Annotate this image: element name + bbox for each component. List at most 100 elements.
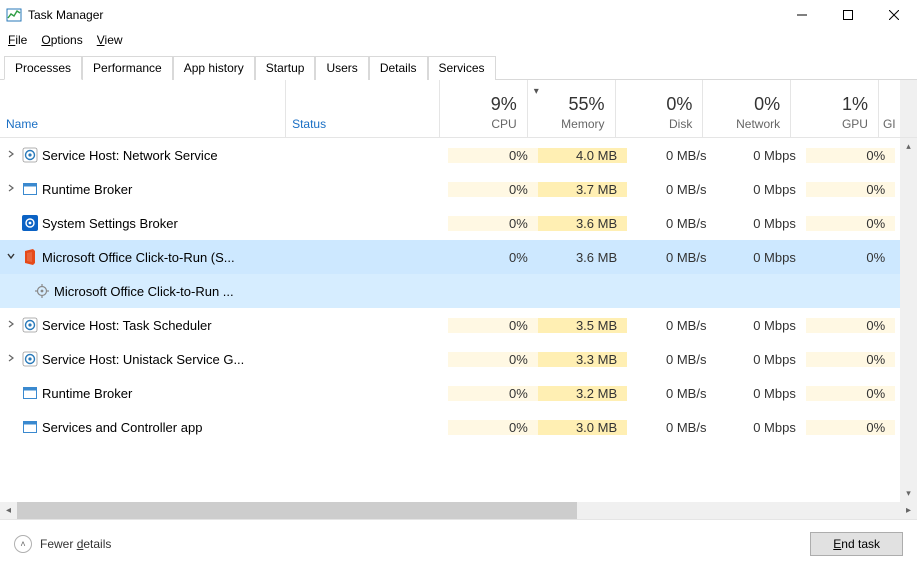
process-grid: Name Status 9% CPU ▾ 55% Memory 0% Disk … — [0, 80, 917, 519]
cell-name: Service Host: Unistack Service G... — [0, 351, 292, 367]
window-controls — [779, 0, 917, 30]
column-header-gpu[interactable]: 1% GPU — [791, 80, 879, 137]
process-name-label: Service Host: Unistack Service G... — [42, 352, 244, 367]
window-titlebar: Task Manager — [0, 0, 917, 30]
cell-disk: 0 MB/s — [627, 386, 716, 401]
menubar: File Options View — [0, 30, 917, 50]
scroll-up-icon[interactable]: ▴ — [900, 138, 917, 155]
cell-disk: 0 MB/s — [627, 148, 716, 163]
scroll-corner — [900, 80, 917, 137]
end-task-button[interactable]: End task — [810, 532, 903, 556]
table-row[interactable]: Service Host: Task Scheduler0%3.5 MB0 MB… — [0, 308, 917, 342]
cell-network: 0 Mbps — [716, 420, 805, 435]
process-name-label: Microsoft Office Click-to-Run ... — [54, 284, 234, 299]
cell-gpu: 0% — [806, 216, 895, 231]
cell-name: Runtime Broker — [0, 385, 292, 401]
tab-performance[interactable]: Performance — [82, 56, 173, 80]
gear-service-icon — [22, 351, 38, 367]
scroll-track[interactable] — [17, 502, 900, 519]
close-button[interactable] — [871, 0, 917, 30]
window-title: Task Manager — [28, 8, 103, 22]
table-row[interactable]: Microsoft Office Click-to-Run (S...0%3.6… — [0, 240, 917, 274]
scroll-down-icon[interactable]: ▾ — [900, 485, 917, 502]
table-row[interactable]: System Settings Broker0%3.6 MB0 MB/s0 Mb… — [0, 206, 917, 240]
fewer-details-toggle[interactable]: ˄ Fewer details — [14, 535, 111, 553]
cell-gpu: 0% — [806, 182, 895, 197]
cell-cpu: 0% — [448, 420, 537, 435]
cell-name: Service Host: Network Service — [0, 147, 292, 163]
menu-file[interactable]: File — [8, 33, 27, 47]
process-name-label: Services and Controller app — [42, 420, 202, 435]
chevron-right-icon[interactable] — [4, 320, 18, 331]
column-header-memory[interactable]: ▾ 55% Memory — [528, 80, 616, 137]
column-header-cpu[interactable]: 9% CPU — [440, 80, 528, 137]
task-manager-icon — [6, 7, 22, 23]
chevron-right-icon[interactable] — [4, 354, 18, 365]
cell-gpu: 0% — [806, 148, 895, 163]
table-row[interactable]: Microsoft Office Click-to-Run ... — [0, 274, 917, 308]
cell-name: Service Host: Task Scheduler — [0, 317, 292, 333]
process-name-label: Service Host: Network Service — [42, 148, 218, 163]
cell-name: Microsoft Office Click-to-Run ... — [0, 283, 292, 299]
process-name-label: Microsoft Office Click-to-Run (S... — [42, 250, 235, 265]
table-row[interactable]: Service Host: Network Service0%4.0 MB0 M… — [0, 138, 917, 172]
table-row[interactable]: Services and Controller app 0%3.0 MB0 MB/… — [0, 410, 917, 444]
cell-name: Services and Controller app — [0, 419, 292, 435]
tab-processes[interactable]: Processes — [4, 56, 82, 80]
column-header-disk[interactable]: 0% Disk — [616, 80, 704, 137]
tab-startup[interactable]: Startup — [255, 56, 316, 80]
sort-indicator-icon: ▾ — [534, 86, 539, 97]
cell-disk: 0 MB/s — [627, 420, 716, 435]
chevron-right-icon[interactable] — [4, 150, 18, 161]
menu-options[interactable]: Options — [41, 33, 82, 47]
tab-label: App history — [184, 61, 244, 75]
gear-service-icon — [22, 317, 38, 333]
tab-details[interactable]: Details — [369, 56, 428, 80]
process-name-label: Runtime Broker — [42, 182, 132, 197]
cog-small-icon — [34, 283, 50, 299]
scroll-thumb[interactable] — [17, 502, 577, 519]
chevron-up-icon: ˄ — [14, 535, 32, 553]
chevron-down-icon[interactable] — [4, 252, 18, 263]
process-name-label: Service Host: Task Scheduler — [42, 318, 212, 333]
table-row[interactable]: Runtime Broker0%3.7 MB0 MB/s0 Mbps0% — [0, 172, 917, 206]
cell-gpu: 0% — [806, 352, 895, 367]
cell-cpu: 0% — [448, 148, 537, 163]
tab-label: Processes — [15, 61, 71, 75]
cell-gpu: 0% — [806, 250, 895, 265]
tab-strip: Processes Performance App history Startu… — [0, 56, 917, 80]
vertical-scrollbar[interactable]: ▴ ▾ — [900, 138, 917, 502]
process-name-label: Runtime Broker — [42, 386, 132, 401]
window-icon — [22, 181, 38, 197]
table-row[interactable]: Runtime Broker0%3.2 MB0 MB/s0 Mbps0% — [0, 376, 917, 410]
menu-view[interactable]: View — [97, 33, 123, 47]
tab-app-history[interactable]: App history — [173, 56, 255, 80]
column-header-extra[interactable]: GI — [879, 80, 901, 137]
scroll-left-icon[interactable]: ◂ — [0, 502, 17, 519]
cell-network: 0 Mbps — [716, 352, 805, 367]
cell-network: 0 Mbps — [716, 182, 805, 197]
scroll-right-icon[interactable]: ▸ — [900, 502, 917, 519]
column-header-network[interactable]: 0% Network — [703, 80, 791, 137]
column-header-name[interactable]: Name — [0, 80, 286, 137]
table-row[interactable]: Service Host: Unistack Service G...0%3.3… — [0, 342, 917, 376]
cell-memory: 3.0 MB — [538, 420, 627, 435]
fewer-details-label: Fewer details — [40, 537, 111, 551]
cell-gpu: 0% — [806, 318, 895, 333]
tab-users[interactable]: Users — [315, 56, 368, 80]
cell-cpu: 0% — [448, 182, 537, 197]
tab-services[interactable]: Services — [428, 56, 496, 80]
window-icon — [22, 385, 38, 401]
horizontal-scrollbar[interactable]: ◂ ▸ — [0, 502, 917, 519]
process-name-label: System Settings Broker — [42, 216, 178, 231]
cell-cpu: 0% — [448, 386, 537, 401]
cell-name: Runtime Broker — [0, 181, 292, 197]
cell-gpu: 0% — [806, 386, 895, 401]
chevron-right-icon[interactable] — [4, 184, 18, 195]
scroll-track[interactable] — [900, 155, 917, 485]
minimize-button[interactable] — [779, 0, 825, 30]
maximize-button[interactable] — [825, 0, 871, 30]
column-header-status[interactable]: Status — [286, 80, 440, 137]
cell-network: 0 Mbps — [716, 386, 805, 401]
office-icon — [22, 249, 38, 265]
